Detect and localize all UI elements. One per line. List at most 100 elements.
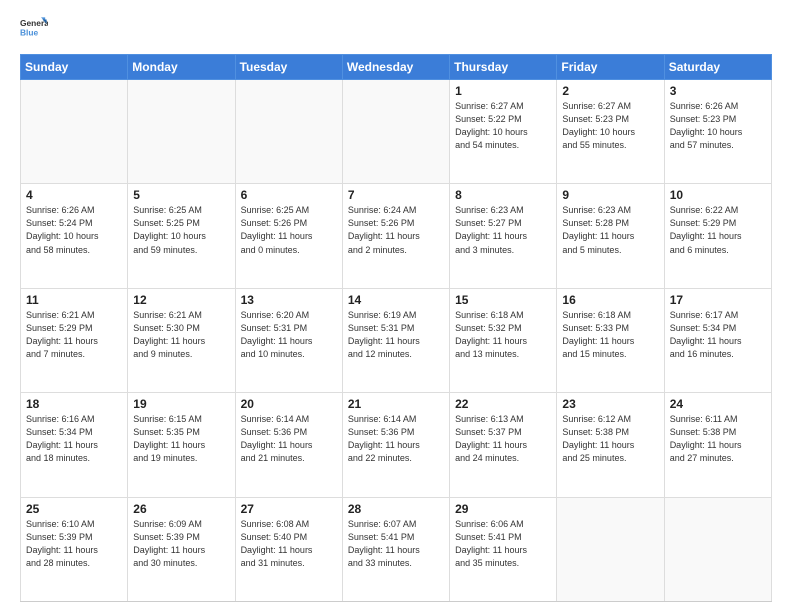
table-row: 16Sunrise: 6:18 AM Sunset: 5:33 PM Dayli… <box>557 288 664 392</box>
week-row-5: 25 Sunrise: 6:10 AM Sunset: 5:39 PM Dayli… <box>21 497 772 601</box>
day-info: Sunrise: 6:20 AM Sunset: 5:31 PM Dayligh… <box>241 309 337 361</box>
table-row: 3Sunrise: 6:26 AM Sunset: 5:23 PM Daylig… <box>664 80 771 184</box>
table-row <box>664 497 771 601</box>
table-row <box>557 497 664 601</box>
day-number: 29 <box>455 502 551 516</box>
week-row-3: 11 Sunrise: 6:21 AM Sunset: 5:29 PM Dayli… <box>21 288 772 392</box>
day-info: Sunrise: 6:25 AM Sunset: 5:25 PM Dayligh… <box>133 204 229 256</box>
day-info: Sunrise: 6:14 AM Sunset: 5:36 PM Dayligh… <box>348 413 444 465</box>
day-number: 8 <box>455 188 551 202</box>
weekday-header-row: SundayMondayTuesdayWednesdayThursdayFrid… <box>21 55 772 80</box>
table-row: 29 Sunrise: 6:06 AM Sunset: 5:41 PM Dayli… <box>450 497 557 601</box>
day-number: 23 <box>562 397 658 411</box>
day-number: 4 <box>26 188 122 202</box>
day-number: 7 <box>348 188 444 202</box>
day-info: Sunrise: 6:22 AM Sunset: 5:29 PM Dayligh… <box>670 204 766 256</box>
table-row: 21 Sunrise: 6:14 AM Sunset: 5:36 PM Dayli… <box>342 393 449 497</box>
day-number: 19 <box>133 397 229 411</box>
table-row <box>21 80 128 184</box>
day-number: 9 <box>562 188 658 202</box>
day-number: 27 <box>241 502 337 516</box>
table-row: 19Sunrise: 6:15 AM Sunset: 5:35 PM Dayli… <box>128 393 235 497</box>
day-info: Sunrise: 6:12 AM Sunset: 5:38 PM Dayligh… <box>562 413 658 465</box>
logo-icon: General Blue <box>20 16 48 44</box>
table-row: 7 Sunrise: 6:24 AM Sunset: 5:26 PM Daylig… <box>342 184 449 288</box>
weekday-header-thursday: Thursday <box>450 55 557 80</box>
day-info: Sunrise: 6:23 AM Sunset: 5:27 PM Dayligh… <box>455 204 551 256</box>
day-info: Sunrise: 6:06 AM Sunset: 5:41 PM Dayligh… <box>455 518 551 570</box>
day-number: 20 <box>241 397 337 411</box>
day-info: Sunrise: 6:09 AM Sunset: 5:39 PM Dayligh… <box>133 518 229 570</box>
day-info: Sunrise: 6:08 AM Sunset: 5:40 PM Dayligh… <box>241 518 337 570</box>
table-row: 24 Sunrise: 6:11 AM Sunset: 5:38 PM Dayli… <box>664 393 771 497</box>
day-number: 2 <box>562 84 658 98</box>
week-row-1: 1 Sunrise: 6:27 AM Sunset: 5:22 PM Daylig… <box>21 80 772 184</box>
table-row: 9 Sunrise: 6:23 AM Sunset: 5:28 PM Daylig… <box>557 184 664 288</box>
table-row: 23 Sunrise: 6:12 AM Sunset: 5:38 PM Dayli… <box>557 393 664 497</box>
day-info: Sunrise: 6:27 AM Sunset: 5:23 PM Dayligh… <box>562 100 658 152</box>
day-number: 17 <box>670 293 766 307</box>
day-info: Sunrise: 6:10 AM Sunset: 5:39 PM Dayligh… <box>26 518 122 570</box>
day-number: 15 <box>455 293 551 307</box>
weekday-header-monday: Monday <box>128 55 235 80</box>
day-info: Sunrise: 6:07 AM Sunset: 5:41 PM Dayligh… <box>348 518 444 570</box>
table-row: 10 Sunrise: 6:22 AM Sunset: 5:29 PM Dayli… <box>664 184 771 288</box>
calendar-table: SundayMondayTuesdayWednesdayThursdayFrid… <box>20 54 772 602</box>
week-row-2: 4 Sunrise: 6:26 AM Sunset: 5:24 PM Daylig… <box>21 184 772 288</box>
weekday-header-friday: Friday <box>557 55 664 80</box>
day-number: 24 <box>670 397 766 411</box>
table-row: 2 Sunrise: 6:27 AM Sunset: 5:23 PM Daylig… <box>557 80 664 184</box>
table-row: 1 Sunrise: 6:27 AM Sunset: 5:22 PM Daylig… <box>450 80 557 184</box>
calendar-header: SundayMondayTuesdayWednesdayThursdayFrid… <box>21 55 772 80</box>
day-number: 18 <box>26 397 122 411</box>
table-row: 5 Sunrise: 6:25 AM Sunset: 5:25 PM Daylig… <box>128 184 235 288</box>
day-number: 25 <box>26 502 122 516</box>
table-row: 4 Sunrise: 6:26 AM Sunset: 5:24 PM Daylig… <box>21 184 128 288</box>
day-info: Sunrise: 6:18 AM Sunset: 5:32 PM Dayligh… <box>455 309 551 361</box>
table-row: 13 Sunrise: 6:20 AM Sunset: 5:31 PM Dayli… <box>235 288 342 392</box>
table-row: 12 Sunrise: 6:21 AM Sunset: 5:30 PM Dayli… <box>128 288 235 392</box>
table-row: 14Sunrise: 6:19 AM Sunset: 5:31 PM Dayli… <box>342 288 449 392</box>
day-info: Sunrise: 6:14 AM Sunset: 5:36 PM Dayligh… <box>241 413 337 465</box>
day-number: 6 <box>241 188 337 202</box>
table-row <box>342 80 449 184</box>
table-row: 17Sunrise: 6:17 AM Sunset: 5:34 PM Dayli… <box>664 288 771 392</box>
table-row: 28Sunrise: 6:07 AM Sunset: 5:41 PM Dayli… <box>342 497 449 601</box>
calendar-body: 1 Sunrise: 6:27 AM Sunset: 5:22 PM Daylig… <box>21 80 772 602</box>
weekday-header-tuesday: Tuesday <box>235 55 342 80</box>
weekday-header-wednesday: Wednesday <box>342 55 449 80</box>
table-row: 18 Sunrise: 6:16 AM Sunset: 5:34 PM Dayli… <box>21 393 128 497</box>
day-number: 14 <box>348 293 444 307</box>
day-info: Sunrise: 6:26 AM Sunset: 5:24 PM Dayligh… <box>26 204 122 256</box>
day-info: Sunrise: 6:23 AM Sunset: 5:28 PM Dayligh… <box>562 204 658 256</box>
table-row: 27 Sunrise: 6:08 AM Sunset: 5:40 PM Dayli… <box>235 497 342 601</box>
table-row: 11 Sunrise: 6:21 AM Sunset: 5:29 PM Dayli… <box>21 288 128 392</box>
day-number: 21 <box>348 397 444 411</box>
table-row: 15 Sunrise: 6:18 AM Sunset: 5:32 PM Dayli… <box>450 288 557 392</box>
day-info: Sunrise: 6:16 AM Sunset: 5:34 PM Dayligh… <box>26 413 122 465</box>
page: General Blue SundayMondayTuesdayWednesda… <box>0 0 792 612</box>
day-info: Sunrise: 6:24 AM Sunset: 5:26 PM Dayligh… <box>348 204 444 256</box>
day-number: 5 <box>133 188 229 202</box>
day-number: 16 <box>562 293 658 307</box>
day-number: 11 <box>26 293 122 307</box>
day-number: 1 <box>455 84 551 98</box>
day-number: 12 <box>133 293 229 307</box>
day-info: Sunrise: 6:13 AM Sunset: 5:37 PM Dayligh… <box>455 413 551 465</box>
svg-text:Blue: Blue <box>20 28 38 38</box>
day-info: Sunrise: 6:21 AM Sunset: 5:29 PM Dayligh… <box>26 309 122 361</box>
table-row: 20 Sunrise: 6:14 AM Sunset: 5:36 PM Dayli… <box>235 393 342 497</box>
day-number: 13 <box>241 293 337 307</box>
table-row <box>128 80 235 184</box>
day-info: Sunrise: 6:21 AM Sunset: 5:30 PM Dayligh… <box>133 309 229 361</box>
week-row-4: 18 Sunrise: 6:16 AM Sunset: 5:34 PM Dayli… <box>21 393 772 497</box>
table-row: 22Sunrise: 6:13 AM Sunset: 5:37 PM Dayli… <box>450 393 557 497</box>
day-info: Sunrise: 6:27 AM Sunset: 5:22 PM Dayligh… <box>455 100 551 152</box>
weekday-header-saturday: Saturday <box>664 55 771 80</box>
day-info: Sunrise: 6:11 AM Sunset: 5:38 PM Dayligh… <box>670 413 766 465</box>
day-number: 26 <box>133 502 229 516</box>
day-number: 10 <box>670 188 766 202</box>
header: General Blue <box>20 16 772 44</box>
weekday-header-sunday: Sunday <box>21 55 128 80</box>
logo: General Blue <box>20 16 48 44</box>
